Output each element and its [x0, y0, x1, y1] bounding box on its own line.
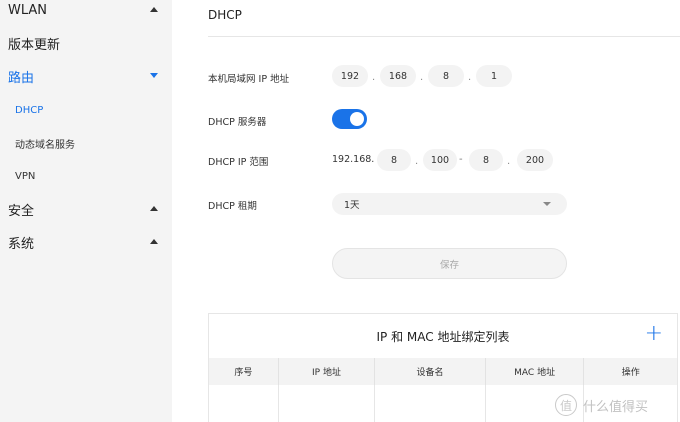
table-header: 序号 IP 地址 设备名 MAC 地址 操作 [209, 358, 677, 385]
column-header-ip: IP 地址 [279, 358, 376, 385]
watermark-badge: 值 [555, 394, 577, 416]
dot-separator: . [468, 72, 472, 83]
toggle-knob [350, 112, 364, 126]
sidebar-item-system[interactable]: 系统 [0, 227, 172, 257]
lease-select[interactable]: 1天 [332, 193, 567, 215]
watermark-text: 什么值得买 [583, 399, 649, 415]
dhcp-range-start-octet-3[interactable]: 8 [377, 149, 411, 171]
sidebar-item-ddns[interactable]: 动态域名服务 [0, 128, 172, 158]
dot-separator: . [420, 72, 424, 83]
sidebar-item-wlan[interactable]: WLAN [0, 0, 172, 25]
sidebar: WLAN 版本更新 路由 DHCP 动态域名服务 VPN 安全 系统 [0, 0, 172, 422]
lease-select-value: 1天 [344, 200, 360, 211]
caret-up-icon [150, 206, 158, 211]
lease-label: DHCP 租期 [208, 201, 257, 212]
dhcp-range-end-octet-3[interactable]: 8 [469, 149, 503, 171]
sidebar-item-dhcp[interactable]: DHCP [0, 95, 172, 125]
caret-up-icon [150, 239, 158, 244]
binding-table-title: IP 和 MAC 地址绑定列表 [376, 330, 510, 344]
sidebar-item-label: DHCP [15, 104, 44, 116]
dhcp-range-start-octet-4[interactable]: 100 [423, 149, 457, 171]
chevron-down-icon [543, 202, 551, 206]
lan-ip-octet-4[interactable]: 1 [476, 65, 512, 87]
plus-icon[interactable]: + [645, 323, 663, 345]
sidebar-item-label: 版本更新 [8, 37, 61, 53]
sidebar-item-security[interactable]: 安全 [0, 194, 172, 224]
dot-separator: . [372, 72, 376, 83]
column-header-mac: MAC 地址 [486, 358, 585, 385]
sidebar-item-label: 系统 [8, 236, 35, 252]
sidebar-item-routing[interactable]: 路由 [0, 61, 172, 91]
sidebar-item-label: VPN [15, 170, 36, 182]
caret-up-icon [150, 7, 158, 12]
sidebar-item-firmware-update[interactable]: 版本更新 [0, 28, 172, 58]
divider [208, 36, 680, 37]
lan-ip-octet-2[interactable]: 168 [380, 65, 416, 87]
dhcp-range-end-octet-4[interactable]: 200 [517, 149, 553, 171]
dhcp-range-prefix: 192.168. [332, 154, 375, 165]
dhcp-server-label: DHCP 服务器 [208, 117, 267, 128]
watermark: 值 什么值得买 [555, 394, 648, 416]
lan-ip-label: 本机局域网 IP 地址 [208, 74, 290, 85]
sidebar-item-label: 路由 [8, 70, 35, 86]
dot-separator: . [507, 156, 511, 167]
column-header-device-name: 设备名 [375, 358, 486, 385]
lan-ip-octet-1[interactable]: 192 [332, 65, 368, 87]
sidebar-item-vpn[interactable]: VPN [0, 161, 172, 191]
page-title: DHCP [208, 8, 242, 22]
sidebar-item-label: 安全 [8, 203, 35, 219]
sidebar-item-label: WLAN [8, 2, 48, 18]
caret-down-icon [150, 73, 158, 78]
column-header-index: 序号 [209, 358, 279, 385]
dot-separator: . [415, 156, 419, 167]
dhcp-server-toggle[interactable] [332, 109, 367, 129]
sidebar-item-label: 动态域名服务 [15, 139, 75, 151]
column-header-actions: 操作 [621, 368, 640, 378]
range-separator: - [459, 154, 463, 165]
main-panel: DHCP 本机局域网 IP 地址 192 . 168 . 8 . 1 DHCP … [172, 0, 680, 422]
dhcp-range-label: DHCP IP 范围 [208, 157, 269, 168]
lan-ip-octet-3[interactable]: 8 [428, 65, 464, 87]
table-cell [209, 385, 279, 422]
table-cell [279, 385, 376, 422]
table-cell [375, 385, 486, 422]
save-button[interactable]: 保存 [332, 248, 567, 279]
